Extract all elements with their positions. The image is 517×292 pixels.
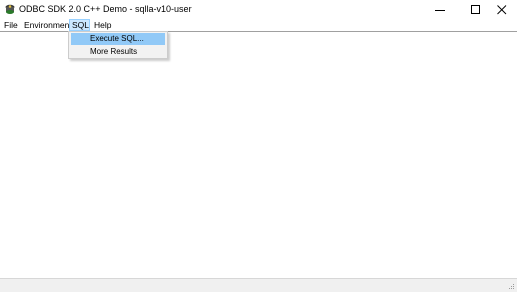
sql-dropdown-menu: Execute SQL... More Results (68, 31, 168, 59)
maximize-icon (471, 4, 480, 14)
status-bar (0, 278, 517, 292)
menu-environment[interactable]: Environment (22, 19, 74, 31)
odbc-app-icon (4, 3, 16, 15)
menu-file[interactable]: File (2, 19, 20, 31)
title-bar[interactable]: ODBC SDK 2.0 C++ Demo - sqlla-v10-user (0, 0, 517, 19)
menu-sql[interactable]: SQL (69, 19, 90, 31)
minimize-button[interactable] (424, 0, 456, 19)
client-area[interactable] (0, 32, 517, 278)
window-title: ODBC SDK 2.0 C++ Demo - sqlla-v10-user (19, 4, 192, 14)
minimize-icon (435, 9, 445, 11)
main-window: ODBC SDK 2.0 C++ Demo - sqlla-v10-user F… (0, 0, 517, 292)
close-button[interactable] (486, 0, 517, 19)
close-icon (497, 4, 507, 14)
menu-item-more-results[interactable]: More Results (71, 46, 165, 58)
menu-bar: File Environment SQL Help (0, 19, 517, 31)
resize-grip-icon[interactable] (507, 282, 515, 290)
menu-item-execute-sql[interactable]: Execute SQL... (71, 33, 165, 45)
menu-help[interactable]: Help (92, 19, 113, 31)
